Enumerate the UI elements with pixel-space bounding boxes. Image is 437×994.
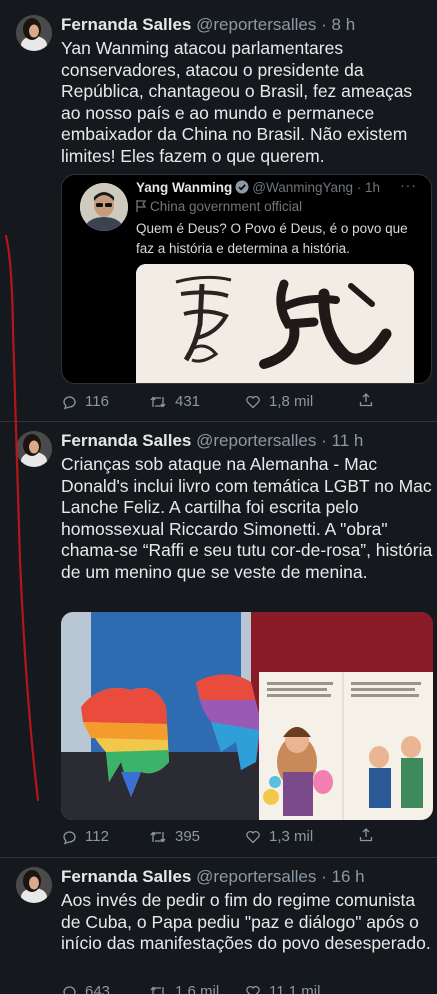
retweet-icon [150, 831, 166, 843]
tweet-actions: 116 431 1,8 mil [61, 392, 391, 412]
like-button[interactable]: 1,8 mil [245, 392, 313, 412]
quoted-tweet[interactable]: Yang Wanming @WanmingYang · 1h ··· China … [61, 174, 432, 384]
tweet-1[interactable]: Fernanda Salles @reportersalles · 8 h Ya… [0, 0, 437, 422]
retweet-count: 1,6 mil [175, 983, 220, 994]
reply-count: 112 [85, 828, 109, 845]
government-label: China government official [136, 198, 302, 216]
retweet-button[interactable]: 431 [149, 392, 200, 412]
author-handle[interactable]: @reportersalles [196, 431, 316, 450]
reply-icon [63, 831, 76, 845]
tweet-header: Fernanda Salles @reportersalles · 8 h [61, 15, 355, 35]
tweet-actions: 112 395 1,3 mil [61, 827, 391, 847]
tweet-2[interactable]: Fernanda Salles @reportersalles · 11 h C… [0, 422, 437, 858]
retweet-icon [150, 396, 166, 408]
tweet-text: Aos invés de pedir o fim do regime comun… [61, 890, 431, 953]
share-button[interactable] [358, 827, 374, 843]
tweet-text: Yan Wanming atacou parlamentares conserv… [61, 38, 413, 166]
quoted-author-handle[interactable]: @WanmingYang [252, 180, 353, 195]
government-label-text: China government official [150, 199, 303, 214]
retweet-button[interactable]: 395 [149, 827, 200, 847]
reply-button[interactable]: 643 [61, 982, 110, 994]
quoted-author-name[interactable]: Yang Wanming [136, 180, 232, 195]
retweet-button[interactable]: 1,6 mil [149, 982, 219, 994]
author-handle[interactable]: @reportersalles [196, 15, 316, 34]
more-options-icon[interactable]: ··· [400, 177, 417, 193]
author-name[interactable]: Fernanda Salles [61, 867, 191, 886]
heart-icon [246, 830, 260, 844]
tweet-actions: 643 1,6 mil 11,1 mil [61, 982, 391, 994]
separator: · [321, 15, 327, 34]
quoted-author-avatar[interactable] [80, 183, 128, 231]
reply-count: 643 [85, 983, 111, 994]
author-name[interactable]: Fernanda Salles [61, 431, 191, 450]
tweet-time[interactable]: 16 h [332, 867, 365, 886]
reply-count: 116 [85, 393, 109, 410]
author-name[interactable]: Fernanda Salles [61, 15, 191, 34]
separator: · [321, 867, 327, 886]
retweet-icon [150, 986, 165, 994]
author-avatar[interactable] [16, 15, 52, 51]
author-handle[interactable]: @reportersalles [196, 867, 316, 886]
quoted-separator: · [356, 180, 362, 195]
tweet-time[interactable]: 8 h [332, 15, 356, 34]
tweet-header: Fernanda Salles @reportersalles · 11 h [61, 431, 363, 451]
author-avatar[interactable] [16, 431, 52, 467]
separator: · [321, 431, 327, 450]
heart-icon [246, 985, 260, 994]
reply-button[interactable]: 112 [61, 827, 109, 847]
reply-icon [63, 986, 76, 994]
quoted-tweet-header: Yang Wanming @WanmingYang · 1h [136, 179, 380, 199]
heart-icon [246, 395, 260, 409]
tweet-header: Fernanda Salles @reportersalles · 16 h [61, 867, 365, 887]
quoted-tweet-text: Quem é Deus? O Povo é Deus, é o povo que… [136, 221, 408, 256]
retweet-count: 395 [175, 828, 201, 845]
verified-badge-icon [235, 180, 249, 199]
tweet-text: Crianças sob ataque na Alemanha - Mac Do… [61, 454, 433, 582]
like-count: 11,1 mil [269, 983, 321, 994]
share-icon [359, 828, 373, 842]
quoted-tweet-time[interactable]: 1h [365, 180, 380, 195]
like-count: 1,8 mil [269, 393, 314, 410]
reply-icon [63, 396, 76, 410]
rainbow-hands-image[interactable] [61, 612, 433, 820]
tweet-3[interactable]: Fernanda Salles @reportersalles · 16 h A… [0, 858, 437, 994]
share-icon [359, 393, 373, 407]
author-avatar[interactable] [16, 867, 52, 903]
like-button[interactable]: 11,1 mil [245, 982, 320, 994]
flag-icon [136, 200, 147, 212]
retweet-count: 431 [175, 393, 201, 410]
share-button[interactable] [358, 392, 374, 408]
like-count: 1,3 mil [269, 828, 314, 845]
calligraphy-image[interactable] [136, 264, 414, 383]
tweet-time[interactable]: 11 h [332, 431, 364, 450]
reply-button[interactable]: 116 [61, 392, 109, 412]
like-button[interactable]: 1,3 mil [245, 827, 313, 847]
